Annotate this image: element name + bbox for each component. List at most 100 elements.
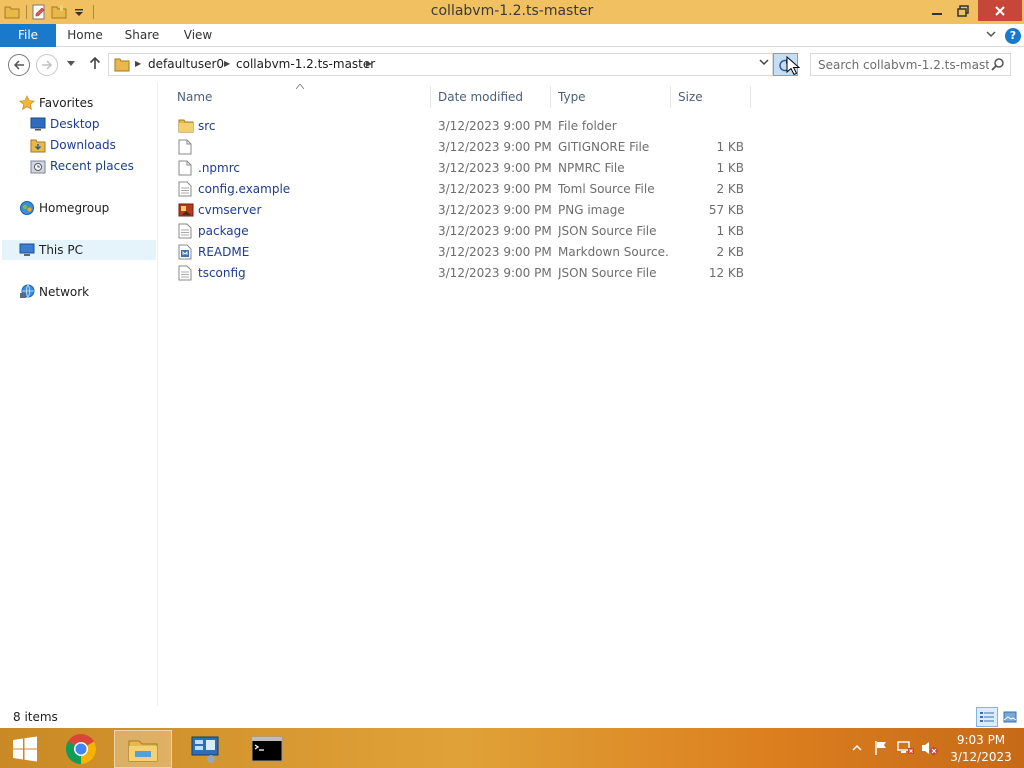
nav-label-recent-places: Recent places (50, 159, 134, 173)
text-file-icon (178, 265, 194, 281)
star-icon (18, 95, 36, 111)
taskbar-chrome[interactable] (54, 730, 108, 768)
breadcrumb-separator-icon[interactable]: ▶ (135, 59, 141, 68)
file-name: README (198, 245, 250, 259)
file-date: 3/12/2023 9:00 PM (438, 245, 552, 259)
command-prompt-icon (251, 736, 283, 762)
show-hidden-icons-button[interactable] (850, 738, 864, 758)
minimize-button[interactable] (924, 0, 950, 22)
file-date: 3/12/2023 9:00 PM (438, 224, 552, 238)
taskbar-command-prompt[interactable] (238, 730, 296, 768)
nav-item-network[interactable]: Network (18, 282, 89, 302)
large-icons-view-button[interactable] (999, 707, 1021, 727)
up-arrow-icon (89, 56, 101, 69)
navigation-bar: ▶ defaultuser0 ▶ collabvm-1.2.ts-master … (0, 48, 1024, 82)
ribbon-tab-bar: File Home Share View ? (0, 24, 1024, 47)
file-row[interactable]: tsconfig 3/12/2023 9:00 PM JSON Source F… (172, 263, 752, 283)
file-size: 2 KB (716, 182, 744, 196)
file-row[interactable]: src 3/12/2023 9:00 PM File folder (172, 116, 752, 136)
computer-icon (18, 242, 36, 258)
taskbar-file-explorer[interactable] (114, 730, 172, 768)
file-date: 3/12/2023 9:00 PM (438, 161, 552, 175)
search-input[interactable] (811, 54, 989, 75)
file-date: 3/12/2023 9:00 PM (438, 119, 552, 133)
breadcrumb-separator-icon[interactable]: ▶ (366, 59, 372, 68)
file-row[interactable]: README 3/12/2023 9:00 PM Markdown Source… (172, 242, 752, 262)
breadcrumb-defaultuser0[interactable]: defaultuser0 (148, 57, 224, 71)
chevron-up-icon (852, 744, 862, 751)
start-button[interactable] (0, 730, 50, 768)
nav-item-this-pc[interactable]: This PC (2, 240, 156, 260)
file-icon (178, 160, 194, 176)
file-name: package (198, 224, 249, 238)
clock-date[interactable]: 3/12/2023 (944, 750, 1018, 764)
search-icon[interactable] (991, 57, 1007, 73)
column-header-date-modified[interactable]: Date modified (434, 86, 551, 108)
nav-label-this-pc: This PC (39, 243, 83, 257)
column-header-type[interactable]: Type (554, 86, 671, 108)
network-status-icon[interactable] (896, 738, 916, 758)
file-type: JSON Source File (558, 266, 657, 280)
file-name: src (198, 119, 216, 133)
search-box[interactable] (810, 53, 1011, 76)
file-row[interactable]: config.example 3/12/2023 9:00 PM Toml So… (172, 179, 752, 199)
back-button[interactable] (8, 54, 30, 76)
column-header-size[interactable]: Size (674, 86, 751, 108)
network-icon (18, 284, 36, 300)
expand-ribbon-chevron-icon[interactable] (984, 28, 998, 42)
file-size (672, 118, 744, 134)
details-view-button[interactable] (976, 707, 998, 727)
text-file-icon (178, 223, 194, 239)
file-name: config.example (198, 182, 291, 196)
volume-muted-icon[interactable] (920, 738, 940, 758)
downloads-folder-icon (29, 137, 47, 153)
tab-view[interactable]: View (176, 24, 220, 47)
file-size: 1 KB (716, 161, 744, 175)
tab-file[interactable]: File (0, 24, 56, 47)
forward-button[interactable] (36, 54, 58, 76)
file-size: 1 KB (716, 140, 744, 154)
title-bar: collabvm-1.2.ts-master (0, 0, 1024, 24)
up-button[interactable] (86, 56, 104, 74)
file-row[interactable]: package 3/12/2023 9:00 PM JSON Source Fi… (172, 221, 752, 241)
file-row[interactable]: 3/12/2023 9:00 PM GITIGNORE File 1 KB (172, 137, 752, 157)
file-date: 3/12/2023 9:00 PM (438, 266, 552, 280)
recent-locations-dropdown[interactable] (64, 58, 78, 72)
file-name (198, 139, 428, 155)
chrome-icon (65, 734, 97, 764)
file-type: JSON Source File (558, 224, 657, 238)
tab-share[interactable]: Share (116, 24, 168, 47)
taskbar-server-manager[interactable] (176, 730, 234, 768)
nav-item-desktop[interactable]: Desktop (29, 114, 100, 134)
close-button[interactable] (978, 0, 1022, 21)
column-header-name[interactable]: Name (173, 86, 431, 108)
taskbar (0, 728, 1024, 768)
back-arrow-icon (13, 60, 24, 70)
breadcrumb-separator-icon[interactable]: ▶ (224, 59, 230, 68)
nav-item-recent-places[interactable]: Recent places (29, 156, 134, 176)
help-icon[interactable]: ? (1005, 28, 1021, 44)
file-size: 1 KB (716, 224, 744, 238)
nav-item-favorites[interactable]: Favorites (18, 93, 93, 113)
restore-button[interactable] (950, 0, 976, 22)
file-row[interactable]: cvmserver 3/12/2023 9:00 PM PNG image 57… (172, 200, 752, 220)
action-center-flag-icon[interactable] (872, 738, 890, 758)
image-file-icon (178, 202, 194, 218)
nav-item-homegroup[interactable]: Homegroup (18, 198, 109, 218)
address-history-dropdown[interactable] (757, 56, 771, 72)
desktop-icon (29, 116, 47, 132)
file-type: File folder (558, 119, 617, 133)
nav-item-downloads[interactable]: Downloads (29, 135, 116, 155)
windows-logo-icon (13, 736, 37, 762)
file-row[interactable]: .npmrc 3/12/2023 9:00 PM NPMRC File 1 KB (172, 158, 752, 178)
breadcrumb-current-folder[interactable]: collabvm-1.2.ts-master (236, 57, 375, 71)
file-size: 12 KB (708, 266, 744, 280)
nav-label-desktop: Desktop (50, 117, 100, 131)
address-bar[interactable]: ▶ defaultuser0 ▶ collabvm-1.2.ts-master … (108, 53, 773, 76)
tab-home[interactable]: Home (58, 24, 112, 47)
file-name: .npmrc (198, 161, 240, 175)
file-date: 3/12/2023 9:00 PM (438, 140, 552, 154)
file-date: 3/12/2023 9:00 PM (438, 203, 552, 217)
homegroup-icon (18, 200, 36, 216)
clock-time[interactable]: 9:03 PM (944, 733, 1018, 747)
